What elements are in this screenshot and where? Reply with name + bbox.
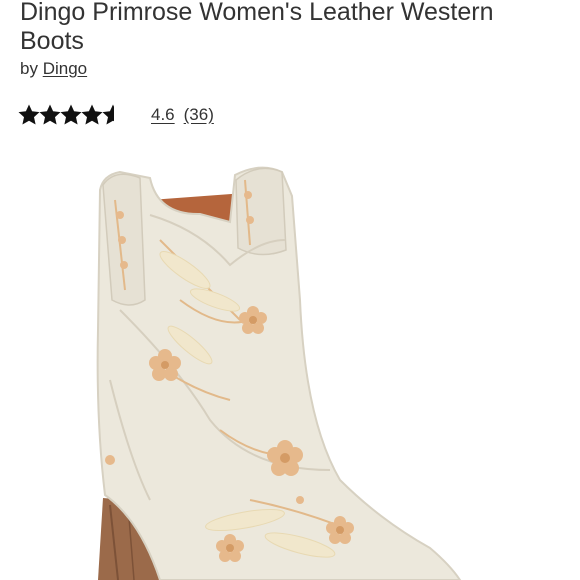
product-page: Dingo Primrose Women's Leather Western B… [0,0,580,580]
product-title: Dingo Primrose Women's Leather Western B… [20,0,494,55]
review-count-link[interactable]: (36) [184,105,214,125]
by-label: by [20,59,38,78]
brand-link[interactable]: Dingo [43,59,87,78]
rating-value-link[interactable]: 4.6 [151,105,175,125]
boot-icon [96,166,462,580]
rating-row[interactable]: 4.6 (36) [17,102,214,128]
boot-product-image[interactable] [0,150,580,580]
star-rating[interactable] [17,103,125,127]
brand-byline: by Dingo [20,59,87,79]
stars-icon [18,104,114,125]
